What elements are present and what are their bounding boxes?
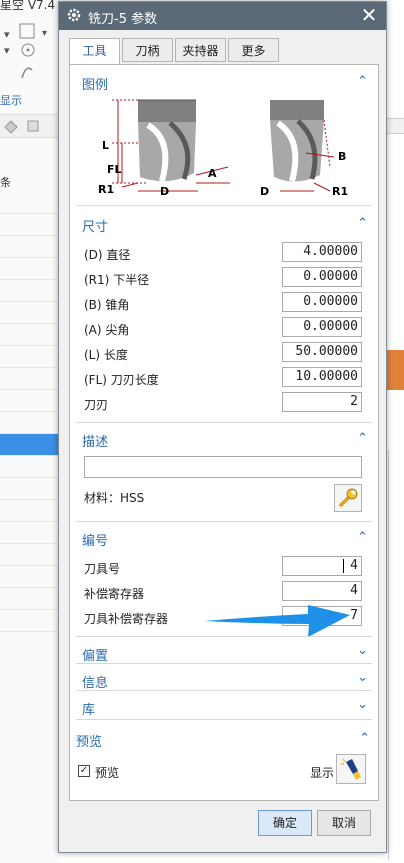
background-left-panel: 星空 V7.4 ▾ ▾ ▾ 显示 条 <box>0 0 60 863</box>
flute-length-input[interactable]: 10.00000 <box>282 367 362 387</box>
wrench-icon <box>339 488 358 507</box>
compensation-register-input[interactable]: 4 <box>282 581 362 601</box>
flutes-label: 刀刃 <box>84 398 109 412</box>
description-input[interactable] <box>84 456 362 478</box>
tab-more[interactable]: 更多 <box>228 38 279 62</box>
tip-angle-input[interactable]: 0.00000 <box>282 317 362 337</box>
collapse-up-icon[interactable]: ⌃ <box>357 530 368 545</box>
diagram-label-r1-left: R1 <box>98 183 114 196</box>
svg-text:▾: ▾ <box>42 28 47 39</box>
expand-down-icon[interactable]: ⌄ <box>357 670 368 685</box>
diagram-label-r1-right: R1 <box>332 185 348 198</box>
show-button[interactable] <box>336 754 366 784</box>
text-cursor <box>343 558 345 573</box>
separator <box>76 636 372 637</box>
background-list <box>0 192 60 632</box>
tool-legend-diagram: L FL R1 D A B D R1 <box>98 99 348 198</box>
expand-down-icon[interactable]: ⌄ <box>357 697 368 712</box>
background-divider <box>388 450 389 860</box>
ok-button[interactable]: 确定 <box>258 810 312 836</box>
dialog-titlebar[interactable]: 铣刀-5 参数 ✕ <box>59 2 386 30</box>
length-label: (L) 长度 <box>84 348 128 362</box>
tool-number-input[interactable]: 4 <box>282 556 362 576</box>
flutes-input[interactable]: 2 <box>282 392 362 412</box>
svg-text:▾: ▾ <box>4 28 10 41</box>
diagram-label-l: L <box>102 139 109 152</box>
preview-checkbox-label: 预览 <box>95 766 120 780</box>
annotation-arrow <box>204 605 350 637</box>
collapse-up-icon[interactable]: ⌃ <box>357 74 368 89</box>
separator <box>76 690 372 691</box>
close-icon[interactable]: ✕ <box>358 4 380 26</box>
taper-angle-label: (B) 锥角 <box>84 298 130 312</box>
separator <box>76 663 372 664</box>
expand-down-icon[interactable]: ⌄ <box>357 643 368 658</box>
collapse-up-icon[interactable]: ⌃ <box>357 431 368 446</box>
gear-icon <box>67 8 81 22</box>
tip-angle-label: (A) 尖角 <box>84 323 130 337</box>
tab-clamp[interactable]: 夹持器 <box>175 38 226 62</box>
separator <box>76 521 372 522</box>
background-title-fragment: 星空 V7.4 <box>0 0 56 12</box>
dimensions-section-title[interactable]: 尺寸 <box>82 216 108 235</box>
info-section-title[interactable]: 信息 <box>82 672 108 691</box>
library-section-title[interactable]: 库 <box>82 699 95 718</box>
diameter-label: (D) 直径 <box>84 248 131 262</box>
background-list-header: 条 <box>0 176 11 189</box>
diagram-label-d-right: D <box>260 185 269 198</box>
collapse-up-icon[interactable]: ⌃ <box>359 731 370 746</box>
numbering-section-title[interactable]: 编号 <box>82 530 108 549</box>
diagram-label-d-left: D <box>160 185 169 198</box>
material-select-button[interactable] <box>334 484 362 512</box>
show-label: 显示 <box>310 766 335 780</box>
lower-radius-input[interactable]: 0.00000 <box>282 267 362 287</box>
dialog-content-panel: 图例 ⌃ L FL R1 D A B D R1 尺寸 ⌃ (D) 直径 4.00… <box>69 64 379 801</box>
tool-compensation-register-label: 刀具补偿寄存器 <box>84 612 169 626</box>
tool-number-label: 刀具号 <box>84 562 121 576</box>
collapse-up-icon[interactable]: ⌃ <box>357 216 368 231</box>
diagram-label-fl: FL <box>107 163 122 176</box>
flashlight-icon <box>341 758 361 780</box>
preview-section-title[interactable]: 预览 <box>76 731 102 750</box>
tab-tool[interactable]: 工具 <box>69 38 120 65</box>
dialog-title: 铣刀-5 参数 <box>88 12 158 27</box>
svg-text:▾: ▾ <box>4 44 10 57</box>
material-label: 材料：HSS <box>84 491 145 505</box>
separator <box>76 719 372 720</box>
background-toolbar <box>0 114 60 138</box>
separator <box>76 422 372 423</box>
mill-tool-parameters-dialog: 铣刀-5 参数 ✕ 工具 刀柄 夹持器 更多 图例 ⌃ L FL R1 D A … <box>58 1 387 853</box>
lower-radius-label: (R1) 下半径 <box>84 273 150 287</box>
separator <box>76 205 372 206</box>
cancel-button[interactable]: 取消 <box>317 810 371 836</box>
compensation-register-label: 补偿寄存器 <box>84 587 145 601</box>
description-section-title[interactable]: 描述 <box>82 431 108 450</box>
legend-section-title[interactable]: 图例 <box>82 74 108 93</box>
diameter-input[interactable]: 4.00000 <box>282 242 362 262</box>
preview-checkbox[interactable]: ✓ <box>78 765 90 777</box>
diagram-label-b: B <box>338 150 346 163</box>
diagram-label-a: A <box>208 167 217 180</box>
taper-angle-input[interactable]: 0.00000 <box>282 292 362 312</box>
background-orange-model <box>385 350 404 390</box>
length-input[interactable]: 50.00000 <box>282 342 362 362</box>
flute-length-label: (FL) 刀刃长度 <box>84 373 159 387</box>
tab-holder[interactable]: 刀柄 <box>122 38 173 62</box>
offset-section-title[interactable]: 偏置 <box>82 645 108 664</box>
background-show-label: 显示 <box>0 94 22 107</box>
